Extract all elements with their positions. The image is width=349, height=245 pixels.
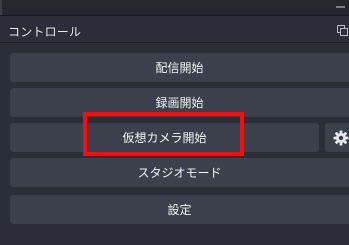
top-strip-mark bbox=[336, 6, 345, 8]
gear-icon bbox=[333, 130, 349, 145]
top-strip-edge bbox=[0, 0, 2, 16]
top-strip bbox=[0, 0, 349, 16]
start-recording-button[interactable]: 録画開始 bbox=[10, 88, 349, 117]
start-streaming-button[interactable]: 配信開始 bbox=[10, 53, 349, 82]
float-window-icon[interactable] bbox=[331, 20, 349, 40]
start-virtual-camera-button[interactable]: 仮想カメラ開始 bbox=[10, 123, 319, 152]
virtual-camera-settings-button[interactable] bbox=[325, 123, 349, 152]
studio-mode-button[interactable]: スタジオモード bbox=[10, 158, 349, 187]
panel-title: コントロール bbox=[8, 25, 82, 39]
title-separator bbox=[0, 42, 349, 43]
float-window-icon-front bbox=[340, 28, 348, 36]
settings-button[interactable]: 設定 bbox=[10, 195, 349, 224]
